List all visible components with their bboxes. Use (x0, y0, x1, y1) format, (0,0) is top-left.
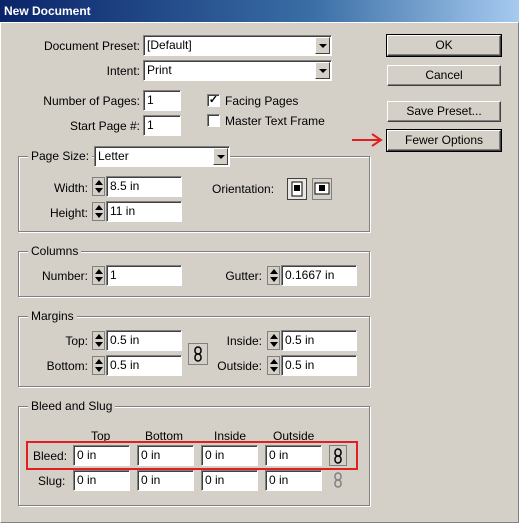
facing-pages-checkbox[interactable]: ✓ (207, 94, 220, 107)
slug-label: Slug: (38, 474, 66, 488)
margin-outside-input[interactable]: 0.5 in (281, 355, 357, 376)
bleed-and-slug-title: Bleed and Slug (28, 399, 116, 413)
fewer-options-button[interactable]: Fewer Options (386, 129, 502, 152)
columns-number-input[interactable]: 1 (106, 265, 182, 286)
gutter-stepper[interactable] (267, 266, 280, 285)
gutter-label: Gutter: (225, 269, 262, 283)
margin-bottom-label: Bottom: (46, 359, 88, 373)
intent-label: Intent: (106, 64, 140, 78)
chain-link-icon[interactable] (188, 343, 208, 365)
number-of-pages-label: Number of Pages: (43, 94, 140, 108)
window-title: New Document (4, 4, 91, 18)
intent-select[interactable]: Print (143, 60, 332, 81)
height-input[interactable]: 11 in (106, 201, 182, 222)
margin-top-input[interactable]: 0.5 in (106, 330, 182, 351)
columns-title: Columns (28, 244, 82, 258)
master-text-frame-label: Master Text Frame (225, 114, 325, 128)
page-size-select[interactable]: Letter (94, 146, 230, 167)
chevron-down-icon[interactable] (213, 148, 228, 165)
margin-inside-stepper[interactable] (267, 331, 280, 350)
chevron-down-icon[interactable] (315, 37, 330, 54)
slug-outside-input[interactable]: 0 in (265, 470, 322, 491)
columns-number-label: Number: (41, 269, 88, 283)
margin-inside-label: Inside: (226, 334, 262, 348)
intent-value: Print (147, 63, 172, 77)
number-of-pages-input[interactable]: 1 (143, 90, 181, 111)
page-size-value: Letter (98, 149, 129, 163)
page-size-label: Page Size: (28, 149, 93, 163)
slug-inside-input[interactable]: 0 in (201, 470, 258, 491)
document-preset-select[interactable]: [Default] (143, 35, 332, 56)
margin-top-label: Top: (65, 334, 88, 348)
margin-outside-label: Outside: (217, 359, 262, 373)
start-page-label: Start Page #: (69, 119, 140, 133)
facing-pages-label: Facing Pages (225, 94, 299, 108)
gutter-input[interactable]: 0.1667 in (281, 265, 357, 286)
slug-chain-link-icon[interactable] (331, 472, 345, 489)
margin-bottom-input[interactable]: 0.5 in (106, 355, 182, 376)
orientation-label: Orientation: (212, 182, 275, 196)
slug-bottom-input[interactable]: 0 in (137, 470, 194, 491)
cancel-button[interactable]: Cancel (387, 65, 501, 86)
bleed-top-input[interactable]: 0 in (73, 445, 130, 466)
ok-button[interactable]: OK (386, 34, 502, 57)
bleed-bottom-input[interactable]: 0 in (137, 445, 194, 466)
margin-bottom-stepper[interactable] (92, 356, 105, 375)
bleed-label: Bleed: (33, 449, 68, 463)
columns-number-stepper[interactable] (92, 266, 105, 285)
document-preset-label: Document Preset: (43, 39, 140, 53)
margin-outside-stepper[interactable] (267, 356, 280, 375)
margins-title: Margins (28, 309, 77, 323)
landscape-icon[interactable] (312, 178, 332, 200)
save-preset-button[interactable]: Save Preset... (387, 101, 501, 122)
chevron-down-icon[interactable] (315, 62, 330, 79)
master-text-frame-checkbox[interactable] (207, 114, 220, 127)
start-page-input[interactable]: 1 (143, 115, 181, 136)
width-stepper[interactable] (92, 177, 105, 196)
document-preset-value: [Default] (147, 38, 192, 52)
slug-top-input[interactable]: 0 in (73, 470, 130, 491)
portrait-icon[interactable] (287, 178, 307, 200)
window-title-bar: New Document (0, 0, 519, 22)
height-label: Height: (49, 206, 88, 220)
width-label: Width: (53, 181, 88, 195)
width-input[interactable]: 8.5 in (106, 176, 182, 197)
bleed-outside-input[interactable]: 0 in (265, 445, 322, 466)
red-arrow-annotation (352, 133, 383, 147)
margin-inside-input[interactable]: 0.5 in (281, 330, 357, 351)
margin-top-stepper[interactable] (92, 331, 105, 350)
height-stepper[interactable] (92, 202, 105, 221)
bleed-chain-link-icon[interactable] (329, 445, 347, 466)
bleed-inside-input[interactable]: 0 in (201, 445, 258, 466)
